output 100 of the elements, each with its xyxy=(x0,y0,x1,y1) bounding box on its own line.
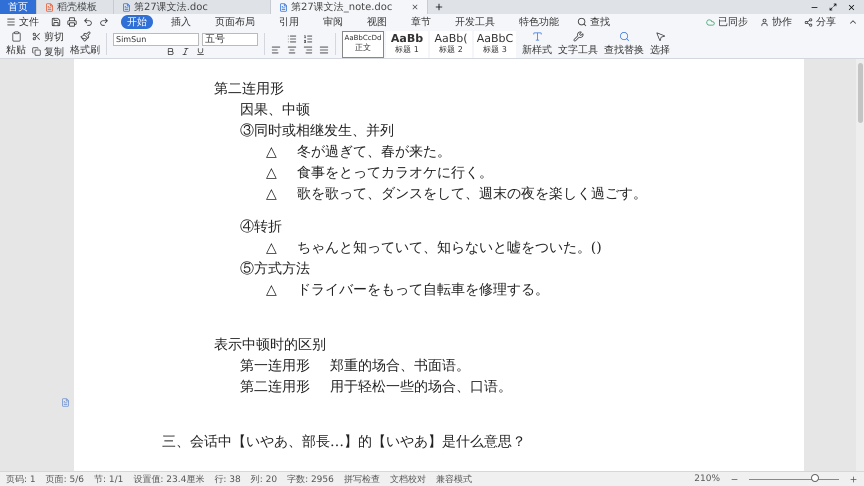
copy-label[interactable]: 复制 xyxy=(44,44,64,58)
justify-icon[interactable] xyxy=(319,44,329,54)
heading-text: ③同时或相继发生、并列 xyxy=(240,122,394,141)
tool-label[interactable]: 选择 xyxy=(650,43,670,57)
maximize-icon[interactable] xyxy=(829,3,837,11)
body-text: 用于轻松一些的场合、口语。 xyxy=(330,378,512,397)
close-icon[interactable] xyxy=(411,3,419,11)
person-icon xyxy=(760,18,769,26)
ribbon-tab[interactable]: 页面布局 xyxy=(209,15,261,29)
ribbon-tab[interactable]: 视图 xyxy=(361,15,393,29)
style-preview: AaBb xyxy=(390,33,424,44)
tool-label[interactable]: 查找替换 xyxy=(604,43,644,57)
style-label: 标题 3 xyxy=(483,44,507,55)
body-text: 郑重的场合、书面语。 xyxy=(330,357,470,376)
bold-icon[interactable] xyxy=(166,46,175,56)
document-icon xyxy=(279,2,288,12)
style-swatch[interactable]: AaBb( 标题 2 xyxy=(430,30,472,58)
tool-label[interactable]: 文字工具 xyxy=(558,43,598,57)
file-menu[interactable]: 文件 xyxy=(19,15,39,29)
template-icon xyxy=(45,2,54,12)
save-icon[interactable] xyxy=(51,17,61,27)
body-text: 食事をとってカラオケに行く。 xyxy=(296,164,493,183)
align-center-icon[interactable] xyxy=(287,44,297,54)
heading-text: ⑤方式方法 xyxy=(240,260,310,279)
zoom-label[interactable]: 210% xyxy=(694,474,720,484)
search-icon[interactable] xyxy=(577,17,587,27)
underline-icon[interactable] xyxy=(196,46,205,56)
style-preview: AaBb( xyxy=(434,33,468,44)
align-left-icon[interactable] xyxy=(271,44,281,54)
document-tab[interactable]: 首页 xyxy=(0,0,37,14)
style-label: 正文 xyxy=(355,42,371,53)
style-label: 标题 2 xyxy=(439,44,463,55)
undo-icon[interactable] xyxy=(83,17,93,27)
zoom-in-icon[interactable] xyxy=(849,474,858,484)
body-text: ドライバーをもって自転車を修理する。 xyxy=(296,281,549,300)
status-item[interactable]: 文档校对 xyxy=(390,472,426,486)
ribbon-tab[interactable]: 审阅 xyxy=(317,15,349,29)
font-field[interactable]: SimSun xyxy=(113,32,199,46)
toolbar-link[interactable]: 已同步 xyxy=(718,15,748,29)
scrollbar-thumb[interactable] xyxy=(858,63,862,123)
share-icon xyxy=(804,18,813,26)
body-text: 因果、中顿 xyxy=(240,101,310,120)
cut-label[interactable]: 剪切 xyxy=(44,30,64,44)
new-tab-icon[interactable] xyxy=(434,2,444,12)
close-icon[interactable] xyxy=(847,2,856,12)
style-swatch[interactable]: AaBb 标题 1 xyxy=(386,30,428,58)
style-swatch[interactable]: AaBbC 标题 3 xyxy=(474,30,516,58)
body-text: 冬が過ぎて、春が来た。 xyxy=(296,143,451,162)
status-item: 页码: 1 xyxy=(6,474,36,486)
body-text: ちゃんと知っていて、知らないと嘘をついた。() xyxy=(296,239,602,258)
format-painter-label[interactable]: 格式刷 xyxy=(70,43,100,57)
search-link[interactable]: 查找 xyxy=(590,15,610,29)
term-text: 第二连用形 xyxy=(240,378,310,397)
status-item: 列: 20 xyxy=(250,474,278,486)
ribbon-tab[interactable]: 开发工具 xyxy=(449,15,501,29)
redo-icon[interactable] xyxy=(99,17,109,27)
body-text: 歌を歌って、ダンスをして、週末の夜を楽しく過ごす。 xyxy=(296,185,647,204)
letters-icon[interactable] xyxy=(532,31,542,42)
section-heading: 三、会话中【いやあ、部長…】的【いやあ】是什么意思？ xyxy=(162,433,526,452)
ribbon-tab[interactable]: 章节 xyxy=(405,15,437,29)
toolbar-link[interactable]: 协作 xyxy=(772,15,792,29)
print-icon[interactable] xyxy=(67,17,77,27)
status-item: 字数: 2956 xyxy=(287,474,334,486)
style-preview: AaBbC xyxy=(476,33,514,44)
term-text: 第一连用形 xyxy=(240,357,310,376)
status-item: 设置值: 23.4厘米 xyxy=(133,474,204,486)
status-item[interactable]: 拼写检查 xyxy=(344,472,380,486)
italic-icon[interactable] xyxy=(181,46,190,56)
copy-icon[interactable] xyxy=(32,47,41,56)
brush-icon[interactable] xyxy=(80,31,90,42)
cut-icon[interactable] xyxy=(32,32,41,41)
bullet-list-icon[interactable] xyxy=(287,34,297,44)
bullet-mark: △ xyxy=(266,281,277,300)
document-icon xyxy=(122,2,131,12)
bullet-mark: △ xyxy=(266,239,277,258)
style-label: 标题 1 xyxy=(395,44,419,55)
bullet-mark: △ xyxy=(266,143,277,162)
heading-text: 第二连用形 xyxy=(214,80,284,99)
numbered-list-icon[interactable] xyxy=(303,34,313,44)
wrench-icon[interactable] xyxy=(572,31,584,42)
size-field[interactable]: 五号 xyxy=(202,32,258,46)
status-item: 行: 38 xyxy=(214,474,241,486)
paste-label[interactable]: 粘贴 xyxy=(6,43,26,57)
pointer-icon[interactable] xyxy=(654,31,666,42)
ribbon-tab[interactable]: 特色功能 xyxy=(513,15,565,29)
paste-icon[interactable] xyxy=(10,31,22,42)
zoom-thumb[interactable] xyxy=(810,474,818,482)
status-item: 页面: 5/6 xyxy=(46,474,84,486)
align-right-icon[interactable] xyxy=(303,44,313,54)
bullet-mark: △ xyxy=(266,185,277,204)
status-item[interactable]: 兼容模式 xyxy=(436,472,472,486)
ribbon-tab[interactable]: 引用 xyxy=(273,15,305,29)
menu-icon[interactable] xyxy=(6,17,16,27)
heading-text: 表示中顿时的区别 xyxy=(214,336,326,355)
tool-label[interactable]: 新样式 xyxy=(522,43,552,57)
ribbon-tab[interactable]: 开始 xyxy=(121,15,153,29)
toolbar-link[interactable]: 分享 xyxy=(816,15,836,29)
ribbon-tab[interactable]: 插入 xyxy=(165,15,197,29)
document-tab[interactable]: 第27课文法_note.doc xyxy=(271,0,428,14)
note-icon[interactable] xyxy=(61,398,70,407)
